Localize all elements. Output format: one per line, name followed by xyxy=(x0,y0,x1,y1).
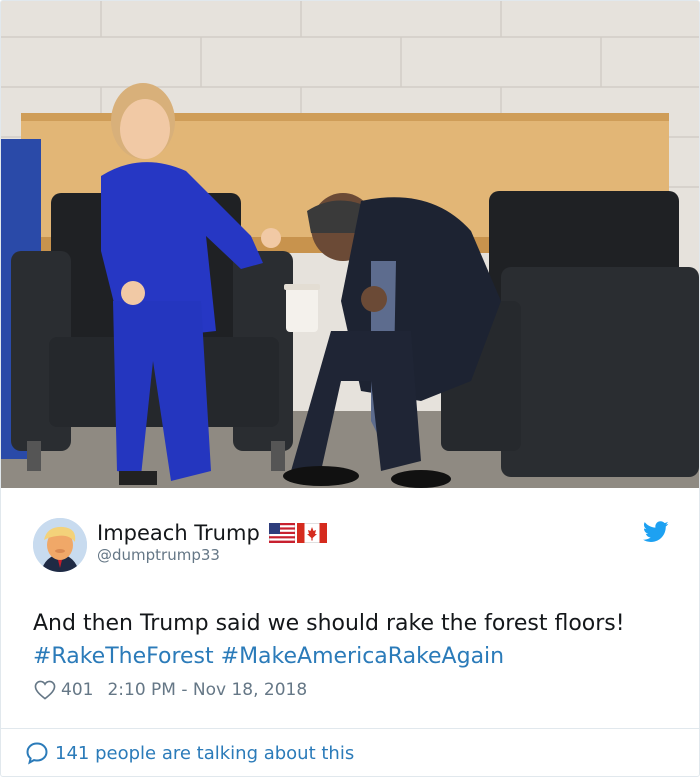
tweet-meta-row: 401 2:10 PM - Nov 18, 2018 xyxy=(34,678,307,702)
heart-outline-icon[interactable] xyxy=(34,680,56,700)
photo-illustration xyxy=(1,1,699,488)
tweet-body-text: And then Trump said we should rake the f… xyxy=(33,611,625,636)
us-flag-icon xyxy=(268,523,295,543)
conversation-link[interactable]: 141 people are talking about this xyxy=(25,740,354,766)
author-name-row: Impeach Trump xyxy=(97,519,327,547)
twitter-bird-icon[interactable] xyxy=(643,521,669,543)
author-display-name[interactable]: Impeach Trump xyxy=(97,519,260,547)
embedded-tweet-card: Impeach Trump @dumptrump33 And then Trum… xyxy=(0,0,700,777)
like-count[interactable]: 401 xyxy=(61,680,93,700)
author-handle[interactable]: @dumptrump33 xyxy=(97,546,220,564)
hashtag-link[interactable]: #RakeTheForest xyxy=(33,644,214,669)
tweet-timestamp[interactable]: 2:10 PM - Nov 18, 2018 xyxy=(107,680,307,700)
hashtag-link[interactable]: #MakeAmericaRakeAgain xyxy=(221,644,504,669)
conversation-count-label: 141 people are talking about this xyxy=(55,742,355,764)
tweet-text: And then Trump said we should rake the f… xyxy=(33,607,673,673)
canada-flag-icon xyxy=(296,523,327,543)
speech-bubble-icon xyxy=(26,742,48,765)
avatar-portrait-icon xyxy=(33,518,87,572)
tweet-photo[interactable] xyxy=(1,1,699,488)
footer-divider xyxy=(1,728,699,729)
author-avatar[interactable] xyxy=(33,518,87,572)
flag-emojis xyxy=(268,523,327,543)
